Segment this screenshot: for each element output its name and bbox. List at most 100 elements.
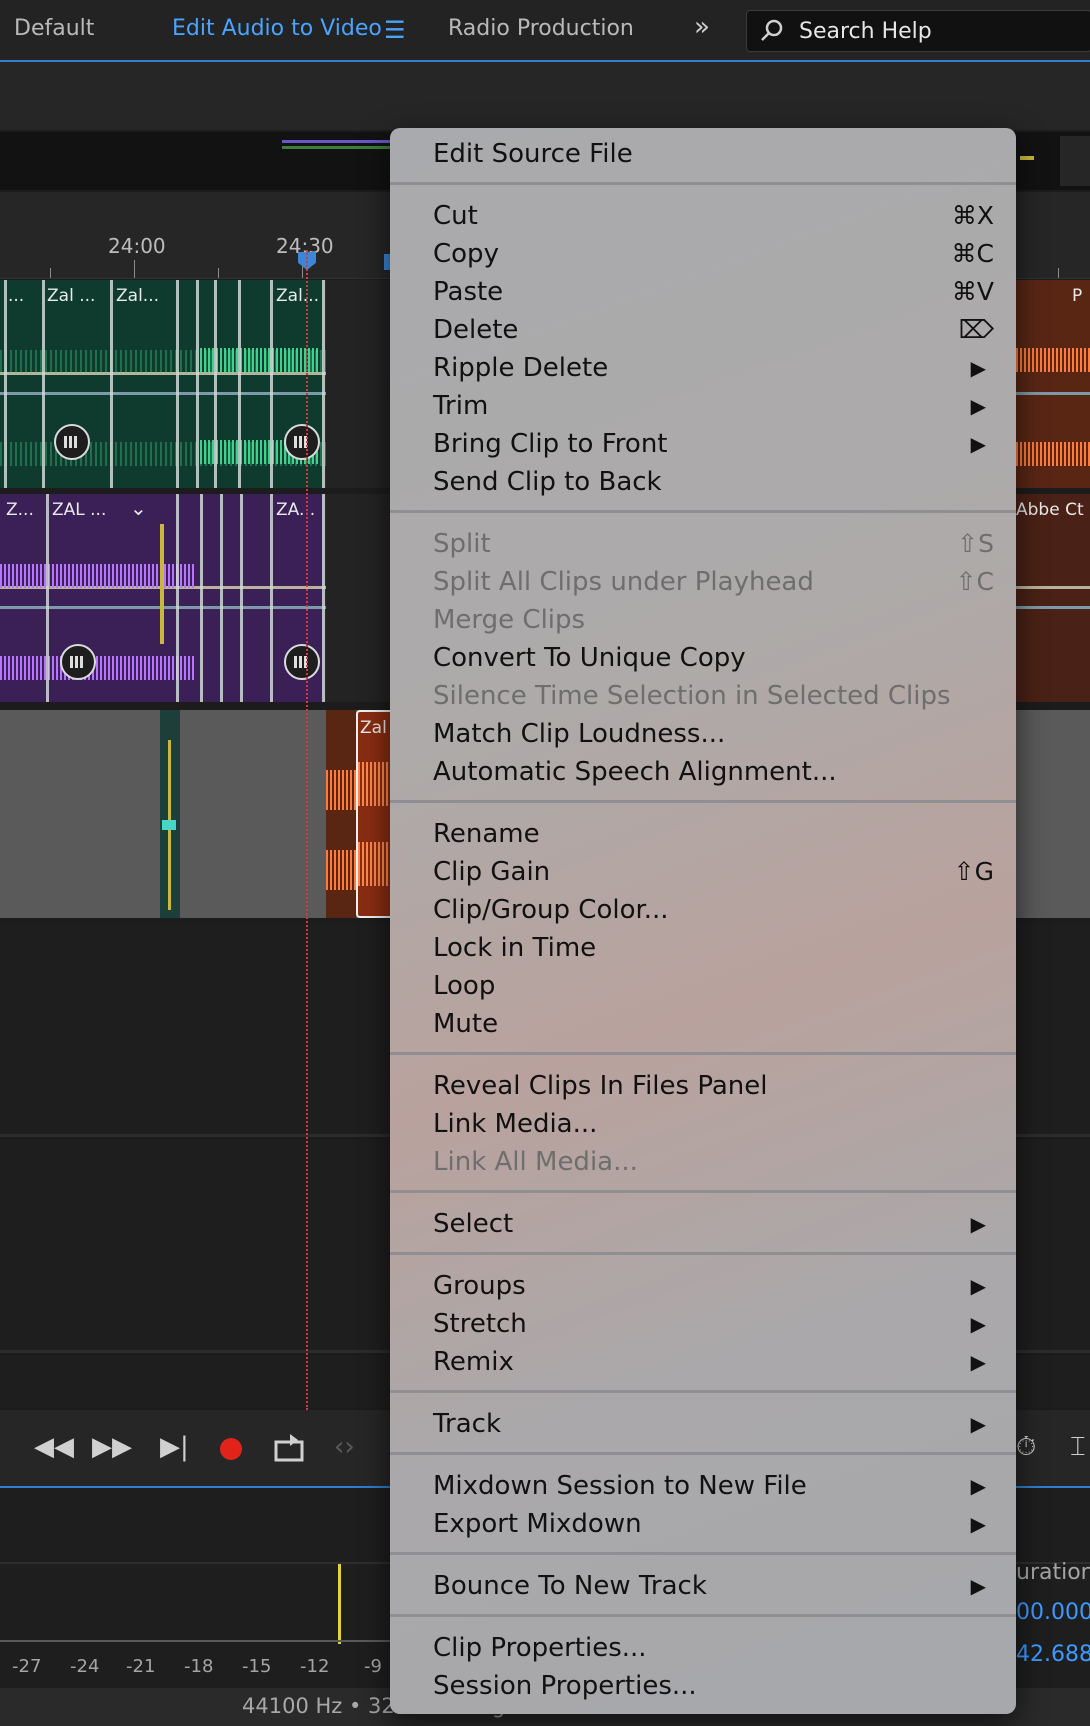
menu-item-label: Remix [433, 1347, 514, 1377]
menu-item-label: Merge Clips [433, 605, 586, 635]
menu-separator [390, 1190, 1016, 1193]
menu-item-edit-source-file[interactable]: Edit Source File [433, 135, 994, 173]
overflow-chevrons-icon[interactable]: » [694, 12, 710, 42]
menu-item-match-clip-loudness[interactable]: Match Clip Loudness... [433, 715, 994, 753]
menu-item-split: Split ⇧S [433, 525, 994, 563]
search-icon [761, 19, 783, 41]
menu-item-mixdown-session-to-new-file[interactable]: Mixdown Session to New File ▶ [433, 1467, 994, 1505]
menu-item-select[interactable]: Select ▶ [433, 1205, 994, 1243]
chevron-down-icon[interactable]: ⌄ [130, 496, 147, 520]
clip-gain-icon[interactable] [60, 644, 96, 680]
menu-item-send-clip-to-back[interactable]: Send Clip to Back [433, 463, 994, 501]
menu-item-clip-properties[interactable]: Clip Properties... [433, 1629, 994, 1667]
clip-gain-icon[interactable] [54, 424, 90, 460]
menu-separator [390, 1390, 1016, 1393]
menu-item-reveal-clips-in-files-panel[interactable]: Reveal Clips In Files Panel [433, 1067, 994, 1105]
clip-label: Zal ... [47, 286, 96, 306]
menu-item-cut[interactable]: Cut ⌘X [433, 197, 994, 235]
menu-item-loop[interactable]: Loop [433, 967, 994, 1005]
workspace-menu-icon[interactable]: ☰ [384, 16, 406, 44]
menu-item-track[interactable]: Track ▶ [433, 1405, 994, 1443]
menu-item-stretch[interactable]: Stretch ▶ [433, 1305, 994, 1343]
clip-gain-icon[interactable] [284, 424, 320, 460]
menu-item-link-media[interactable]: Link Media... [433, 1105, 994, 1143]
track-1-right-clip[interactable]: P [1016, 280, 1090, 488]
meter-scale-label: -21 [126, 1656, 156, 1677]
menu-item-remix[interactable]: Remix ▶ [433, 1343, 994, 1381]
rewind-icon[interactable]: ◀◀ [34, 1432, 74, 1462]
clip-label: Z... [6, 500, 34, 520]
track-3-clip[interactable] [326, 710, 356, 918]
meter-scale-label: -24 [70, 1656, 100, 1677]
menu-item-copy[interactable]: Copy ⌘C [433, 235, 994, 273]
menu-item-delete[interactable]: Delete ⌦ [433, 311, 994, 349]
fast-forward-icon[interactable]: ▶▶ [92, 1432, 132, 1462]
menu-item-automatic-speech-alignment[interactable]: Automatic Speech Alignment... [433, 753, 994, 791]
menu-item-clip-gain[interactable]: Clip Gain ⇧G [433, 853, 994, 891]
menu-item-label: Rename [433, 819, 540, 849]
menu-item-ripple-delete[interactable]: Ripple Delete ▶ [433, 349, 994, 387]
menu-item-label: Lock in Time [433, 933, 597, 963]
meter-scale-label: -18 [184, 1656, 214, 1677]
track-3-small-clip[interactable] [160, 710, 180, 918]
menu-item-paste[interactable]: Paste ⌘V [433, 273, 994, 311]
end-value[interactable]: 42.688 [1016, 1642, 1090, 1667]
workspace-tab-radio-production[interactable]: Radio Production [448, 16, 634, 41]
menu-item-label: Split All Clips under Playhead [433, 567, 814, 597]
menu-item-convert-to-unique-copy[interactable]: Convert To Unique Copy [433, 639, 994, 677]
clip-context-menu: Edit Source File Cut ⌘X Copy ⌘C Paste ⌘V Delete… [390, 128, 1016, 1714]
submenu-arrow-icon: ▶ [970, 356, 986, 380]
menu-item-label: Paste [433, 277, 504, 307]
menu-item-trim[interactable]: Trim ▶ [433, 387, 994, 425]
clip-label: Zal... [116, 286, 159, 306]
timer-icon[interactable]: ⏱ [1016, 1432, 1036, 1463]
menu-separator [390, 1052, 1016, 1055]
menu-item-label: Mute [433, 1009, 499, 1039]
track-1-clips[interactable]: ... Zal ... Zal... Zal... [0, 280, 326, 488]
submenu-arrow-icon: ▶ [970, 1212, 986, 1236]
menu-item-label: Clip/Group Color... [433, 895, 669, 925]
menu-item-label: Mixdown Session to New File [433, 1471, 807, 1501]
track-2-clips[interactable]: Z... ZAL ... ⌄ ZA... [0, 494, 326, 702]
menu-item-groups[interactable]: Groups ▶ [433, 1267, 994, 1305]
menu-item-clip-group-color[interactable]: Clip/Group Color... [433, 891, 994, 929]
menu-item-lock-in-time[interactable]: Lock in Time [433, 929, 994, 967]
track-2-right-clip[interactable]: Abbe Ct 2 [1016, 494, 1090, 702]
menu-item-shortcut: ⇧C [955, 567, 994, 596]
menu-item-bounce-to-new-track[interactable]: Bounce To New Track ▶ [433, 1567, 994, 1605]
editor-toolbar [0, 62, 1090, 130]
submenu-arrow-icon: ▶ [970, 1574, 986, 1598]
duration-value[interactable]: 00.000 [1016, 1600, 1090, 1625]
workspace-tab-edit-audio-to-video[interactable]: Edit Audio to Video [172, 16, 382, 41]
search-input[interactable] [797, 17, 1081, 45]
menu-item-label: Reveal Clips In Files Panel [433, 1071, 768, 1101]
menu-item-label: Clip Properties... [433, 1633, 647, 1663]
menu-item-rename[interactable]: Rename [433, 815, 994, 853]
skip-selection-icon[interactable]: ‹› [334, 1432, 355, 1462]
menu-item-export-mixdown[interactable]: Export Mixdown ▶ [433, 1505, 994, 1543]
clip-label: Abbe Ct 2 [1016, 500, 1090, 520]
record-icon[interactable] [220, 1438, 242, 1460]
menu-item-bring-clip-to-front[interactable]: Bring Clip to Front ▶ [433, 425, 994, 463]
menu-item-label: Export Mixdown [433, 1509, 642, 1539]
menu-item-label: Delete [433, 315, 519, 345]
track-3-selected-clip[interactable]: Zal [356, 710, 394, 918]
clip-label: ZA... [276, 500, 316, 520]
menu-item-label: Silence Time Selection in Selected Clips [433, 681, 951, 711]
menu-item-label: Split [433, 529, 491, 559]
menu-separator [390, 1614, 1016, 1617]
zoom-icon[interactable]: ⌶ [1070, 1432, 1086, 1463]
submenu-arrow-icon: ▶ [970, 1412, 986, 1436]
search-help-box[interactable] [746, 10, 1090, 52]
skip-to-end-icon[interactable]: ▶| [160, 1432, 189, 1462]
menu-item-session-properties[interactable]: Session Properties... [433, 1667, 994, 1705]
menu-item-silence-time-selection-in-selected-clips: Silence Time Selection in Selected Clips [433, 677, 994, 715]
workspace-tab-default[interactable]: Default [14, 16, 94, 41]
menu-item-label: Trim [433, 391, 489, 421]
duration-header: uration [1016, 1560, 1090, 1585]
menu-item-shortcut: ⌘X [951, 201, 994, 230]
menu-item-label: Loop [433, 971, 496, 1001]
menu-item-mute[interactable]: Mute [433, 1005, 994, 1043]
clip-gain-icon[interactable] [284, 644, 320, 680]
loop-playback-icon[interactable] [274, 1434, 304, 1462]
